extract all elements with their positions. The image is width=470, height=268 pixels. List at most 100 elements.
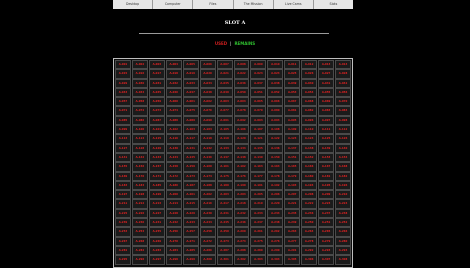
- slot-cell[interactable]: A-300: [199, 255, 216, 265]
- slot-cell[interactable]: A-118: [199, 134, 216, 144]
- slot-cell[interactable]: A-292: [301, 245, 318, 256]
- slot-cell[interactable]: A-267: [115, 236, 131, 246]
- slot-cell[interactable]: A-232: [233, 208, 250, 219]
- slot-cell[interactable]: A-104: [199, 125, 216, 135]
- slot-cell[interactable]: A-030: [131, 78, 148, 88]
- slot-cell[interactable]: A-023: [250, 69, 267, 79]
- slot-cell[interactable]: A-090: [199, 115, 216, 126]
- slot-cell[interactable]: A-252: [335, 218, 351, 228]
- slot-cell[interactable]: A-052: [267, 87, 284, 98]
- slot-cell[interactable]: A-020: [199, 69, 216, 79]
- slot-cell[interactable]: A-028: [335, 69, 351, 79]
- slot-cell[interactable]: A-097: [318, 115, 335, 126]
- slot-cell[interactable]: A-135: [250, 143, 267, 153]
- slot-cell[interactable]: A-233: [250, 208, 267, 219]
- slot-cell[interactable]: A-140: [335, 143, 351, 153]
- slot-cell[interactable]: A-298: [165, 255, 182, 265]
- slot-cell[interactable]: A-116: [165, 134, 182, 144]
- slot-cell[interactable]: A-210: [335, 190, 351, 200]
- slot-cell[interactable]: A-249: [284, 218, 301, 228]
- slot-cell[interactable]: A-280: [335, 236, 351, 246]
- slot-cell[interactable]: A-126: [335, 134, 351, 144]
- slot-cell[interactable]: A-196: [335, 180, 351, 191]
- slot-cell[interactable]: A-102: [165, 125, 182, 135]
- slot-cell[interactable]: A-299: [182, 255, 199, 265]
- slot-cell[interactable]: A-307: [318, 255, 335, 265]
- slot-cell[interactable]: A-003: [148, 60, 165, 70]
- slot-cell[interactable]: A-194: [301, 180, 318, 191]
- slot-cell[interactable]: A-279: [318, 236, 335, 246]
- slot-cell[interactable]: A-175: [216, 171, 233, 181]
- slot-cell[interactable]: A-026: [301, 69, 318, 79]
- slot-cell[interactable]: A-019: [182, 69, 199, 79]
- slot-cell[interactable]: A-017: [148, 69, 165, 79]
- slot-cell[interactable]: A-227: [148, 208, 165, 219]
- slot-cell[interactable]: A-281: [115, 245, 131, 256]
- slot-cell[interactable]: A-110: [301, 125, 318, 135]
- slot-cell[interactable]: A-168: [335, 162, 351, 172]
- slot-cell[interactable]: A-235: [284, 208, 301, 219]
- slot-cell[interactable]: A-308: [335, 255, 351, 265]
- slot-cell[interactable]: A-133: [216, 143, 233, 153]
- slot-cell[interactable]: A-141: [115, 152, 131, 163]
- slot-cell[interactable]: A-044: [131, 87, 148, 98]
- slot-cell[interactable]: A-244: [199, 218, 216, 228]
- slot-cell[interactable]: A-171: [148, 171, 165, 181]
- slot-cell[interactable]: A-206: [267, 190, 284, 200]
- slot-cell[interactable]: A-186: [165, 180, 182, 191]
- slot-cell[interactable]: A-234: [267, 208, 284, 219]
- slot-cell[interactable]: A-289: [250, 245, 267, 256]
- slot-cell[interactable]: A-177: [250, 171, 267, 181]
- slot-cell[interactable]: A-132: [199, 143, 216, 153]
- slot-cell[interactable]: A-246: [233, 218, 250, 228]
- slot-cell[interactable]: A-113: [115, 134, 131, 144]
- slot-cell[interactable]: A-223: [318, 199, 335, 209]
- slot-cell[interactable]: A-261: [250, 227, 267, 237]
- slot-cell[interactable]: A-098: [335, 115, 351, 126]
- slot-cell[interactable]: A-213: [148, 199, 165, 209]
- slot-cell[interactable]: A-007: [216, 60, 233, 70]
- nav-item-desktop[interactable]: Desktop: [113, 0, 152, 9]
- slot-cell[interactable]: A-230: [199, 208, 216, 219]
- slot-cell[interactable]: A-268: [131, 236, 148, 246]
- slot-cell[interactable]: A-239: [115, 218, 131, 228]
- slot-cell[interactable]: A-275: [250, 236, 267, 246]
- slot-cell[interactable]: A-130: [165, 143, 182, 153]
- slot-cell[interactable]: A-257: [182, 227, 199, 237]
- slot-cell[interactable]: A-033: [182, 78, 199, 88]
- slot-cell[interactable]: A-146: [199, 152, 216, 163]
- slot-cell[interactable]: A-265: [318, 227, 335, 237]
- slot-cell[interactable]: A-075: [182, 106, 199, 116]
- slot-cell[interactable]: A-273: [216, 236, 233, 246]
- slot-cell[interactable]: A-217: [216, 199, 233, 209]
- slot-cell[interactable]: A-152: [301, 152, 318, 163]
- slot-cell[interactable]: A-161: [216, 162, 233, 172]
- slot-cell[interactable]: A-006: [199, 60, 216, 70]
- slot-cell[interactable]: A-188: [199, 180, 216, 191]
- slot-cell[interactable]: A-149: [250, 152, 267, 163]
- slot-cell[interactable]: A-183: [115, 180, 131, 191]
- slot-cell[interactable]: A-139: [318, 143, 335, 153]
- slot-cell[interactable]: A-225: [115, 208, 131, 219]
- slot-cell[interactable]: A-192: [267, 180, 284, 191]
- slot-cell[interactable]: A-195: [318, 180, 335, 191]
- slot-cell[interactable]: A-187: [182, 180, 199, 191]
- slot-cell[interactable]: A-091: [216, 115, 233, 126]
- slot-cell[interactable]: A-034: [199, 78, 216, 88]
- slot-cell[interactable]: A-083: [318, 106, 335, 116]
- slot-cell[interactable]: A-035: [216, 78, 233, 88]
- slot-cell[interactable]: A-255: [148, 227, 165, 237]
- slot-cell[interactable]: A-037: [250, 78, 267, 88]
- slot-cell[interactable]: A-022: [233, 69, 250, 79]
- slot-cell[interactable]: A-088: [165, 115, 182, 126]
- slot-cell[interactable]: A-063: [216, 97, 233, 107]
- slot-cell[interactable]: A-151: [284, 152, 301, 163]
- slot-cell[interactable]: A-172: [165, 171, 182, 181]
- slot-cell[interactable]: A-178: [267, 171, 284, 181]
- slot-cell[interactable]: A-032: [165, 78, 182, 88]
- slot-cell[interactable]: A-049: [216, 87, 233, 98]
- slot-cell[interactable]: A-115: [148, 134, 165, 144]
- slot-cell[interactable]: A-220: [267, 199, 284, 209]
- slot-cell[interactable]: A-056: [335, 87, 351, 98]
- slot-cell[interactable]: A-179: [284, 171, 301, 181]
